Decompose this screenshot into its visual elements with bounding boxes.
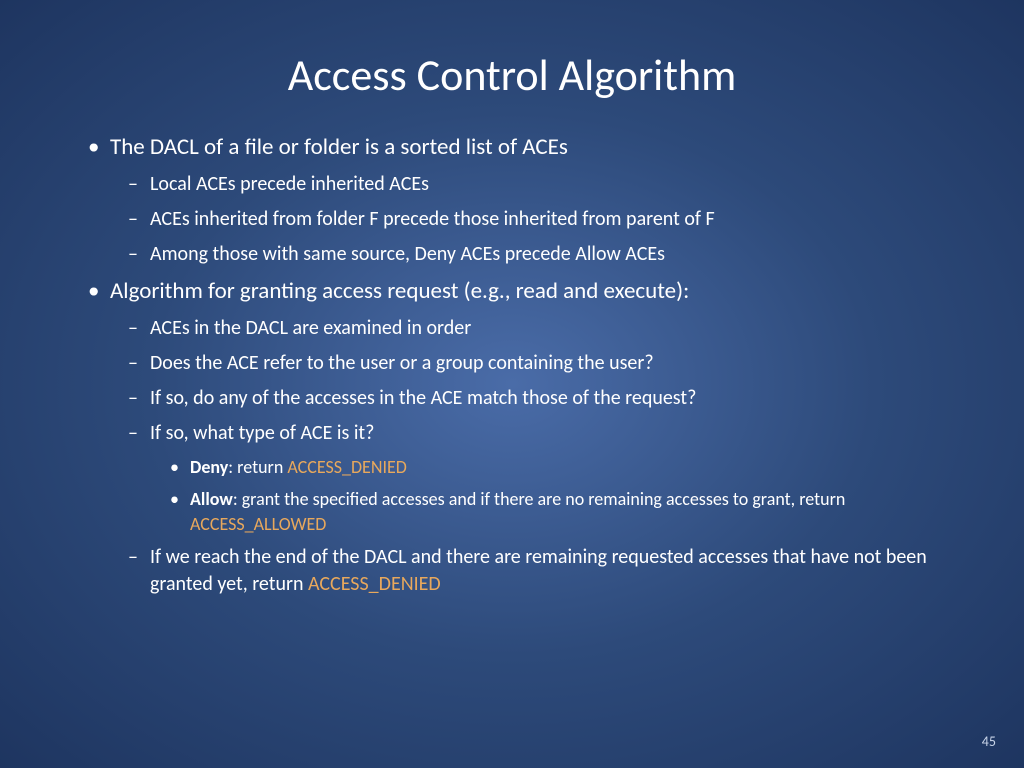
bullet-l2: If so, do any of the accesses in the ACE… [80, 385, 944, 412]
bullet-l2: If we reach the end of the DACL and ther… [80, 544, 944, 598]
bullet-l2: If so, what type of ACE is it? [80, 420, 944, 447]
bullet-l2: ACEs inherited from folder F precede tho… [80, 206, 944, 233]
allow-label: Allow [190, 488, 233, 510]
bullet-l1: The DACL of a file or folder is a sorted… [80, 132, 944, 163]
bullet-l3: Allow: grant the specified accesses and … [80, 487, 944, 536]
allow-text: : grant the specified accesses and if th… [233, 488, 846, 510]
bullet-l2: Does the ACE refer to the user or a grou… [80, 350, 944, 377]
bullet-l3: Deny: return ACCESS_DENIED [80, 455, 944, 479]
page-number: 45 [982, 733, 996, 750]
slide-title: Access Control Algorithm [80, 48, 944, 102]
access-allowed: ACCESS_ALLOWED [190, 513, 326, 535]
slide-content: The DACL of a file or folder is a sorted… [80, 132, 944, 728]
bullet-l1: Algorithm for granting access request (e… [80, 276, 944, 307]
access-denied-2: ACCESS_DENIED [308, 572, 441, 596]
end-text: If we reach the end of the DACL and ther… [150, 545, 927, 596]
access-denied-1: ACCESS_DENIED [287, 456, 406, 478]
bullet-l2: Local ACEs precede inherited ACEs [80, 171, 944, 198]
bullet-l2: Among those with same source, Deny ACEs … [80, 241, 944, 268]
bullet-l2: ACEs in the DACL are examined in order [80, 315, 944, 342]
slide: Access Control Algorithm The DACL of a f… [0, 0, 1024, 768]
deny-text: : return [228, 456, 287, 478]
deny-label: Deny [190, 456, 228, 478]
